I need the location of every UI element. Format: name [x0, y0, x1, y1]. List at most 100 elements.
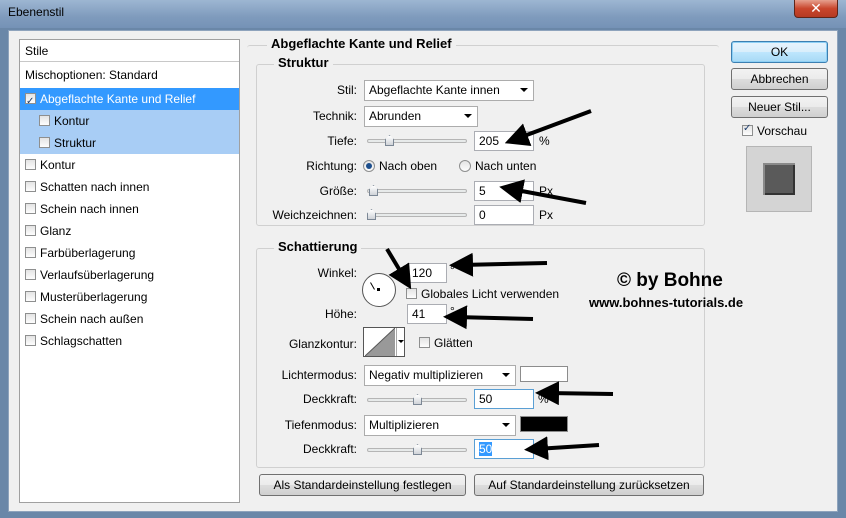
shadow-opacity-input[interactable]: 50	[474, 439, 534, 459]
styles-list: Stile Mischoptionen: Standard Abgeflacht…	[19, 39, 240, 503]
chevron-down-icon	[398, 340, 404, 343]
smooth-label: Glätten	[434, 336, 473, 350]
style-item[interactable]: Farbüberlagerung	[20, 242, 239, 264]
direction-up-radio[interactable]	[363, 160, 375, 172]
depth-input[interactable]: 205	[474, 131, 534, 151]
highlight-mode-label: Lichtermodus:	[281, 368, 357, 382]
style-item[interactable]: Schein nach außen	[20, 308, 239, 330]
soften-input[interactable]: 0	[474, 205, 534, 225]
angle-input[interactable]: 120	[407, 263, 447, 283]
style-item-checkbox[interactable]	[25, 203, 36, 214]
global-light-checkbox[interactable]	[406, 288, 417, 299]
style-item-label: Schein nach innen	[40, 202, 139, 216]
soften-value: 0	[479, 208, 486, 222]
shading-title: Schattierung	[274, 239, 362, 254]
make-default-button[interactable]: Als Standardeinstellung festlegen	[259, 474, 466, 496]
altitude-value: 41	[412, 307, 426, 321]
style-item-checkbox[interactable]	[25, 269, 36, 280]
style-item-checkbox[interactable]	[25, 313, 36, 324]
title-bar: Ebenenstil ✕	[0, 0, 846, 28]
style-item-label: Glanz	[40, 224, 72, 238]
cancel-button[interactable]: Abbrechen	[731, 68, 828, 90]
style-label: Stil:	[336, 83, 357, 97]
style-item[interactable]: Abgeflachte Kante und Relief	[20, 88, 239, 113]
style-preview	[746, 146, 812, 212]
altitude-input[interactable]: 41	[407, 304, 447, 324]
direction-down-radio[interactable]	[459, 160, 471, 172]
blend-options-label: Mischoptionen: Standard	[25, 68, 158, 82]
close-button[interactable]: ✕	[794, 0, 838, 18]
style-item[interactable]: Struktur	[20, 132, 239, 154]
reset-default-button[interactable]: Auf Standardeinstellung zurücksetzen	[474, 474, 704, 496]
highlight-opacity-input[interactable]: 50	[474, 389, 534, 409]
highlight-mode-select[interactable]: Negativ multiplizieren	[364, 365, 516, 386]
slider-thumb[interactable]	[413, 394, 422, 405]
chevron-down-icon	[502, 373, 510, 377]
preview-checkbox[interactable]	[742, 123, 753, 136]
highlight-opacity-value: 50	[479, 392, 493, 406]
soften-slider[interactable]	[367, 209, 467, 221]
size-slider[interactable]	[367, 185, 467, 197]
angle-dial[interactable]	[362, 273, 396, 307]
style-item[interactable]: Schein nach innen	[20, 198, 239, 220]
style-item[interactable]: Verlaufsüberlagerung	[20, 264, 239, 286]
style-item[interactable]: Glanz	[20, 220, 239, 242]
style-item[interactable]: Schatten nach innen	[20, 176, 239, 198]
shadow-color-swatch[interactable]	[520, 416, 568, 432]
direction-down-label: Nach unten	[475, 159, 537, 173]
highlight-opacity-unit: %	[538, 392, 549, 406]
depth-slider[interactable]	[367, 135, 467, 147]
slider-thumb[interactable]	[367, 209, 376, 220]
style-item-checkbox[interactable]	[25, 91, 36, 113]
style-item[interactable]: Schlagschatten	[20, 330, 239, 352]
style-item-checkbox[interactable]	[25, 159, 36, 170]
style-item[interactable]: Kontur	[20, 110, 239, 132]
highlight-opacity-slider[interactable]	[367, 394, 467, 406]
style-item-label: Kontur	[54, 114, 90, 128]
style-item-label: Musterüberlagerung	[40, 290, 148, 304]
bevel-style-select[interactable]: Abgeflachte Kante innen	[364, 80, 534, 101]
size-input[interactable]: 5	[474, 181, 534, 201]
style-item-label: Schein nach außen	[40, 312, 144, 326]
slider-thumb[interactable]	[369, 185, 378, 196]
gloss-contour-picker[interactable]	[363, 327, 405, 357]
style-item-label: Kontur	[40, 158, 76, 172]
angle-label: Winkel:	[317, 266, 357, 280]
style-item-checkbox[interactable]	[25, 335, 36, 346]
style-item-checkbox[interactable]	[39, 137, 50, 148]
smooth-checkbox[interactable]	[419, 337, 430, 348]
size-label: Größe:	[319, 184, 357, 198]
soften-label: Weichzeichnen:	[272, 208, 358, 222]
shadow-opacity-slider[interactable]	[367, 444, 467, 456]
window-title: Ebenenstil	[8, 5, 65, 19]
dialog-body: Stile Mischoptionen: Standard Abgeflacht…	[8, 30, 838, 512]
styles-header[interactable]: Stile	[20, 40, 239, 62]
blend-options-item[interactable]: Mischoptionen: Standard	[20, 64, 239, 86]
style-item-label: Abgeflachte Kante und Relief	[40, 92, 196, 106]
depth-label: Tiefe:	[327, 134, 357, 148]
slider-thumb[interactable]	[385, 135, 394, 146]
style-item-label: Farbüberlagerung	[40, 246, 136, 260]
technique-select[interactable]: Abrunden	[364, 106, 478, 127]
chevron-down-icon	[520, 88, 528, 92]
new-style-button[interactable]: Neuer Stil...	[731, 96, 828, 118]
close-icon: ✕	[810, 0, 822, 16]
contour-dropdown[interactable]	[396, 328, 404, 356]
highlight-opacity-label: Deckkraft:	[302, 392, 357, 406]
slider-thumb[interactable]	[413, 444, 422, 455]
depth-unit: %	[539, 134, 550, 148]
style-item-checkbox[interactable]	[25, 291, 36, 302]
soften-unit: Px	[539, 208, 554, 222]
dial-center	[377, 288, 380, 291]
style-item[interactable]: Kontur	[20, 154, 239, 176]
shadow-opacity-value: 50	[479, 442, 493, 456]
ok-button[interactable]: OK	[731, 41, 828, 63]
style-item-checkbox[interactable]	[39, 115, 50, 126]
style-item[interactable]: Musterüberlagerung	[20, 286, 239, 308]
style-item-checkbox[interactable]	[25, 225, 36, 236]
style-item-checkbox[interactable]	[25, 181, 36, 192]
shadow-mode-label: Tiefenmodus:	[284, 418, 357, 432]
style-item-checkbox[interactable]	[25, 247, 36, 258]
shadow-mode-select[interactable]: Multiplizieren	[364, 415, 516, 436]
highlight-color-swatch[interactable]	[520, 366, 568, 382]
